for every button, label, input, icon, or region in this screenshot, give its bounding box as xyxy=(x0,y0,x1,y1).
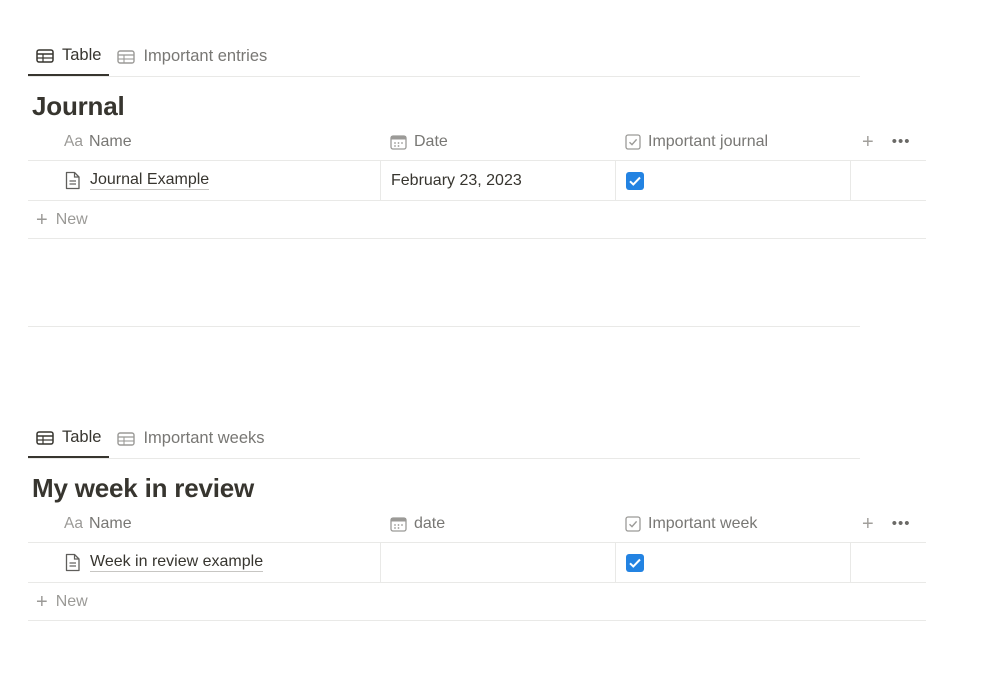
view-tabs: Table Important entries xyxy=(28,36,860,77)
tab-label: Table xyxy=(62,428,102,446)
tab-label: Important weeks xyxy=(143,429,265,447)
page-icon xyxy=(64,553,81,572)
column-label: Important journal xyxy=(648,132,769,150)
column-label: Important week xyxy=(648,514,758,532)
plus-icon: + xyxy=(36,208,48,231)
table-icon xyxy=(36,430,54,445)
add-property-icon[interactable]: + xyxy=(862,514,874,534)
journal-database: Table Important entries Journal Aa Name … xyxy=(28,36,926,239)
date-cell[interactable] xyxy=(380,543,615,582)
table-header: Aa Name Date Important journal + ••• xyxy=(28,123,926,161)
table-icon xyxy=(117,431,136,446)
name-cell[interactable]: Week in review example xyxy=(28,543,380,582)
page-title-link[interactable]: Week in review example xyxy=(90,553,264,572)
tab-important-weeks[interactable]: Important weeks xyxy=(109,419,272,458)
column-header-date[interactable]: date xyxy=(380,505,615,542)
empty-cell xyxy=(850,161,926,200)
column-header-date[interactable]: Date xyxy=(380,123,615,160)
tab-label: Table xyxy=(62,46,102,64)
new-label: New xyxy=(55,210,88,228)
table-row[interactable]: Journal Example February 23, 2023 xyxy=(28,161,926,201)
more-options-icon[interactable]: ••• xyxy=(892,515,911,532)
column-label: Name xyxy=(88,514,132,532)
new-row-button[interactable]: + New xyxy=(28,201,926,239)
column-label: date xyxy=(414,514,446,532)
empty-cell xyxy=(850,543,926,582)
calendar-icon xyxy=(390,134,407,150)
text-property-icon: Aa xyxy=(64,514,83,532)
page-title-link[interactable]: Journal Example xyxy=(90,171,210,190)
table-icon xyxy=(36,48,54,63)
header-actions: + ••• xyxy=(850,123,926,160)
column-header-name[interactable]: Aa Name xyxy=(28,123,380,160)
page-icon xyxy=(64,171,81,190)
new-label: New xyxy=(55,592,88,610)
checkbox-icon xyxy=(625,515,641,532)
table-icon xyxy=(117,49,136,64)
checked-checkbox-icon[interactable] xyxy=(626,171,644,190)
tab-important-entries[interactable]: Important entries xyxy=(109,37,275,76)
tab-label: Important entries xyxy=(143,47,268,65)
name-cell[interactable]: Journal Example xyxy=(28,161,380,200)
date-cell[interactable]: February 23, 2023 xyxy=(380,161,615,200)
plus-icon: + xyxy=(36,590,48,613)
add-property-icon[interactable]: + xyxy=(862,132,874,152)
header-actions: + ••• xyxy=(850,505,926,542)
tab-table[interactable]: Table xyxy=(28,37,110,76)
database-title[interactable]: Journal xyxy=(32,89,926,123)
database-table: Aa Name Date Important journal + ••• Jou… xyxy=(28,123,926,239)
week-review-database: Table Important weeks My week in review … xyxy=(28,418,926,621)
database-title[interactable]: My week in review xyxy=(32,471,926,505)
column-header-important[interactable]: Important week xyxy=(615,505,850,542)
column-label: Date xyxy=(414,132,448,150)
checkbox-icon xyxy=(625,133,641,150)
column-header-important[interactable]: Important journal xyxy=(615,123,850,160)
database-table: Aa Name date Important week + ••• Week i… xyxy=(28,505,926,621)
divider xyxy=(28,326,860,327)
checked-checkbox-icon[interactable] xyxy=(626,553,644,572)
column-header-name[interactable]: Aa Name xyxy=(28,505,380,542)
checkbox-cell[interactable] xyxy=(615,161,850,200)
new-row-button[interactable]: + New xyxy=(28,583,926,621)
column-label: Name xyxy=(88,132,132,150)
view-tabs: Table Important weeks xyxy=(28,418,860,459)
calendar-icon xyxy=(390,516,407,532)
checkbox-cell[interactable] xyxy=(615,543,850,582)
text-property-icon: Aa xyxy=(64,132,83,150)
table-row[interactable]: Week in review example xyxy=(28,543,926,583)
table-header: Aa Name date Important week + ••• xyxy=(28,505,926,543)
more-options-icon[interactable]: ••• xyxy=(892,133,911,150)
tab-table[interactable]: Table xyxy=(28,419,110,458)
